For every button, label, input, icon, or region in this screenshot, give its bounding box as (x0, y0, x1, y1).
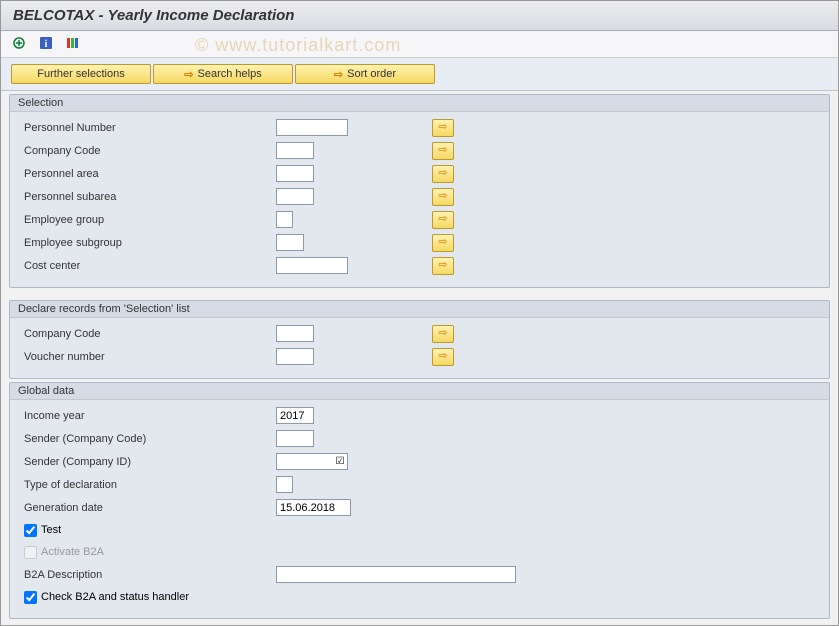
personnel-area-label: Personnel area (20, 168, 270, 180)
app-toolbar: i (1, 31, 838, 58)
declare-company-code-label: Company Code (20, 328, 270, 340)
group-title: Global data (10, 383, 829, 400)
global-data-group: Global data Income year Sender (Company … (9, 382, 830, 619)
value-help-button[interactable] (432, 257, 454, 275)
employee-subgroup-label: Employee subgroup (20, 237, 270, 249)
voucher-number-label: Voucher number (20, 351, 270, 363)
test-checkbox-row: Test (20, 519, 819, 541)
execute-icon[interactable] (11, 35, 29, 51)
sender-id-label: Sender (Company ID) (20, 456, 270, 468)
check-b2a-label: Check B2A and status handler (41, 591, 189, 603)
decl-type-input[interactable] (276, 476, 293, 493)
svg-text:i: i (45, 39, 48, 50)
title-bar: BELCOTAX - Yearly Income Declaration (1, 1, 838, 31)
selection-buttons: Further selections ⇨ Search helps ⇨ Sort… (1, 58, 838, 91)
value-help-button[interactable] (432, 142, 454, 160)
personnel-subarea-label: Personnel subarea (20, 191, 270, 203)
activate-b2a-label: Activate B2A (41, 546, 104, 558)
sender-code-input[interactable] (276, 430, 314, 447)
value-help-button[interactable] (432, 325, 454, 343)
selection-group: Selection Personnel Number Company Code … (9, 94, 830, 288)
arrow-right-icon: ⇨ (184, 68, 193, 81)
value-help-button[interactable] (432, 234, 454, 252)
further-selections-button[interactable]: Further selections (11, 64, 151, 84)
sender-code-label: Sender (Company Code) (20, 433, 270, 445)
declare-group: Declare records from 'Selection' list Co… (9, 300, 830, 379)
test-label: Test (41, 524, 61, 536)
sender-id-input[interactable] (276, 453, 348, 470)
page-title: BELCOTAX - Yearly Income Declaration (13, 7, 826, 24)
personnel-number-label: Personnel Number (20, 122, 270, 134)
gen-date-input[interactable] (276, 499, 351, 516)
info-icon[interactable]: i (37, 35, 55, 51)
group-title: Declare records from 'Selection' list (10, 301, 829, 318)
cost-center-input[interactable] (276, 257, 348, 274)
employee-group-input[interactable] (276, 211, 293, 228)
activate-b2a-row: Activate B2A (20, 541, 819, 563)
value-help-button[interactable] (432, 211, 454, 229)
cost-center-label: Cost center (20, 260, 270, 272)
income-year-input[interactable] (276, 407, 314, 424)
employee-subgroup-input[interactable] (276, 234, 304, 251)
company-code-input[interactable] (276, 142, 314, 159)
value-help-button[interactable] (432, 188, 454, 206)
group-title: Selection (10, 95, 829, 112)
decl-type-label: Type of declaration (20, 479, 270, 491)
check-b2a-checkbox[interactable] (24, 591, 37, 604)
activate-b2a-checkbox (24, 546, 37, 559)
personnel-number-input[interactable] (276, 119, 348, 136)
sort-order-button[interactable]: ⇨ Sort order (295, 64, 435, 84)
b2a-desc-input[interactable] (276, 566, 516, 583)
personnel-area-input[interactable] (276, 165, 314, 182)
income-year-label: Income year (20, 410, 270, 422)
search-helps-button[interactable]: ⇨ Search helps (153, 64, 293, 84)
employee-group-label: Employee group (20, 214, 270, 226)
test-checkbox[interactable] (24, 524, 37, 537)
value-help-button[interactable] (432, 165, 454, 183)
voucher-number-input[interactable] (276, 348, 314, 365)
declare-company-code-input[interactable] (276, 325, 314, 342)
company-code-label: Company Code (20, 145, 270, 157)
value-help-button[interactable] (432, 119, 454, 137)
check-b2a-row: Check B2A and status handler (20, 586, 819, 608)
value-help-button[interactable] (432, 348, 454, 366)
gen-date-label: Generation date (20, 502, 270, 514)
personnel-subarea-input[interactable] (276, 188, 314, 205)
b2a-desc-label: B2A Description (20, 569, 270, 581)
variant-icon[interactable] (63, 35, 81, 51)
arrow-right-icon: ⇨ (334, 68, 343, 81)
